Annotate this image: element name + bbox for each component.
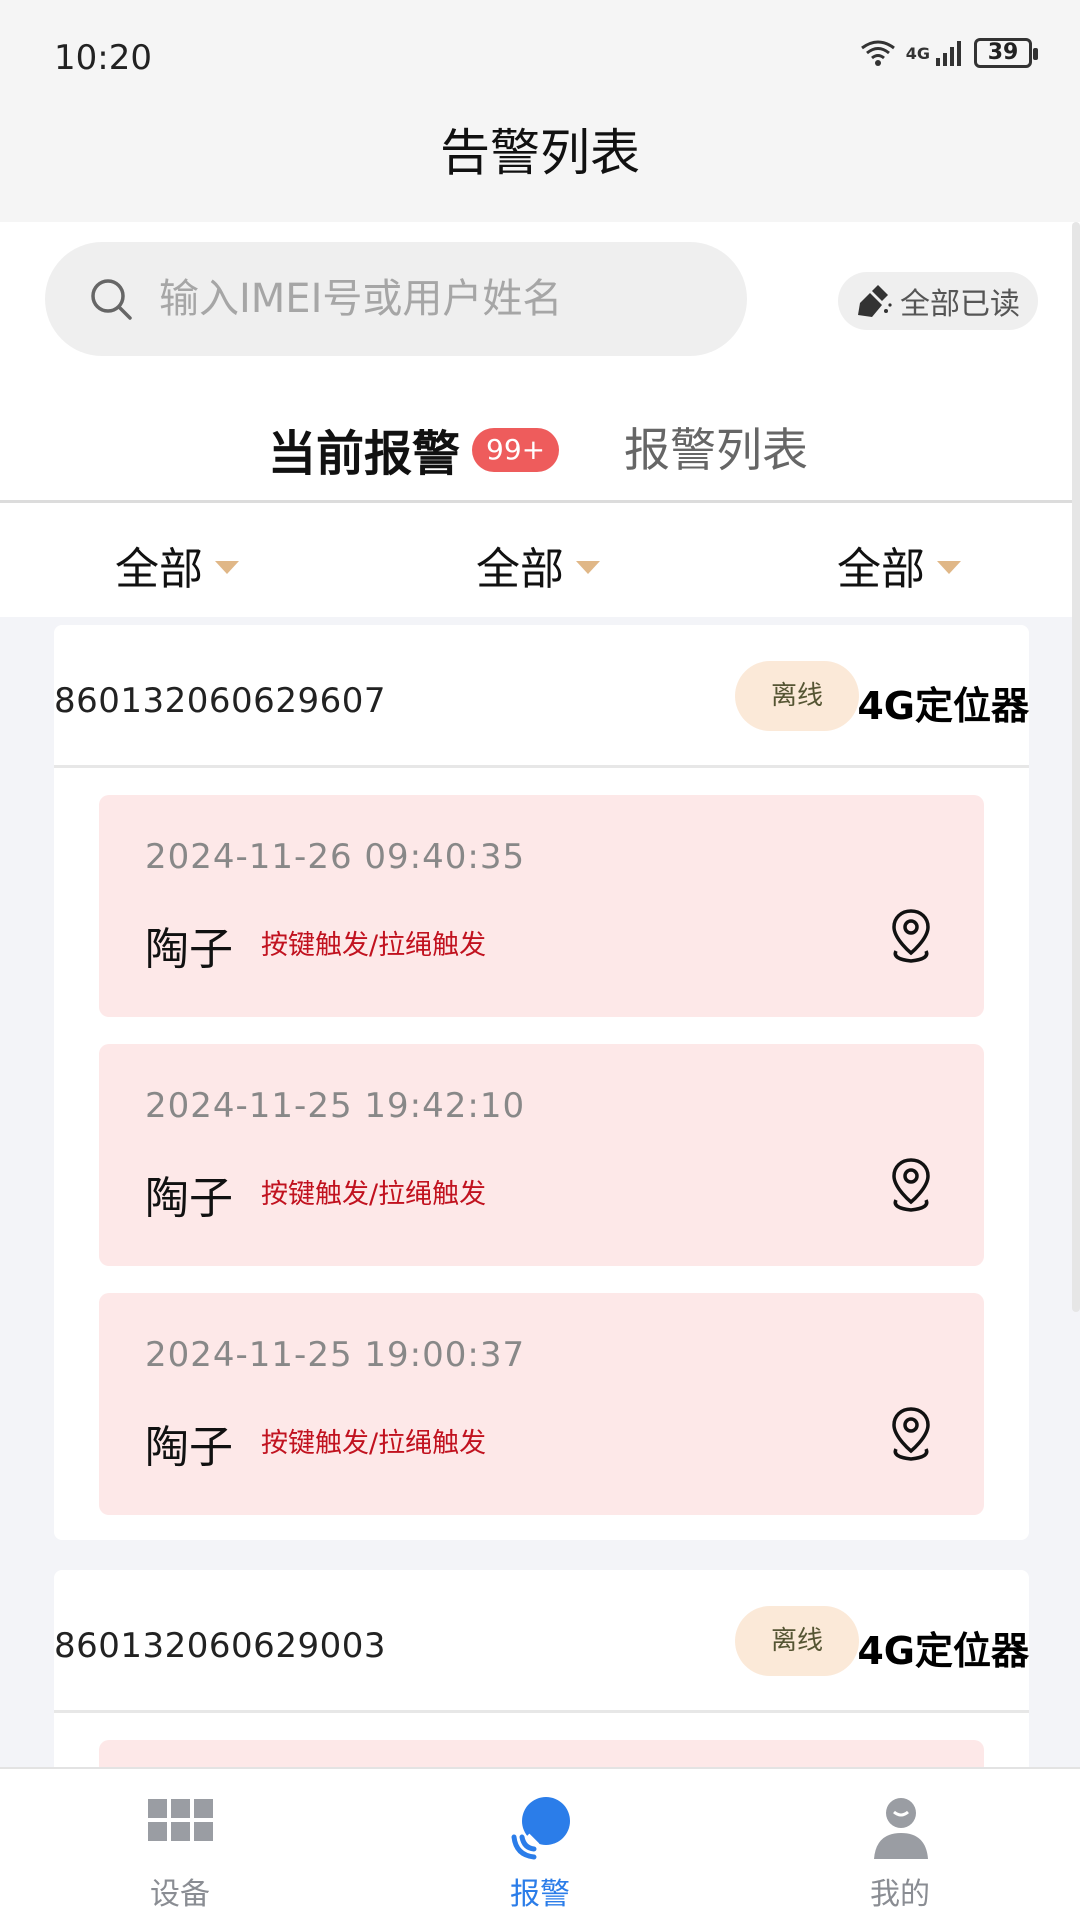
unread-badge: 99+: [472, 428, 560, 472]
nav-item-alarms[interactable]: 报警: [440, 1769, 640, 1920]
device-card: 860132060629003 离线 4G定位器: [54, 1570, 1029, 1767]
read-all-button[interactable]: 全部已读: [838, 272, 1038, 330]
alarm-type: 按键触发/拉绳触发: [261, 1179, 487, 1210]
caret-down-icon: [215, 560, 239, 574]
alarm-user-name: 陶子: [145, 1422, 233, 1473]
device-type: 4G定位器: [857, 684, 1029, 728]
alarm-content[interactable]: 860132060629607 离线 4G定位器 2024-11-26 09:4…: [0, 617, 1080, 1767]
status-bar: 10:20 4G 39: [0, 0, 1080, 110]
read-all-label: 全部已读: [900, 287, 1020, 322]
device-type: 4G定位器: [857, 1629, 1029, 1673]
status-badge: 离线: [735, 1606, 859, 1676]
alarm-time: 2024-11-25 19:42:10: [145, 1086, 526, 1126]
title-bar: 告警列表: [0, 110, 1080, 222]
nav-item-profile[interactable]: 我的: [800, 1769, 1000, 1920]
broom-icon: [858, 285, 892, 317]
search-icon: [91, 279, 132, 320]
status-badge: 离线: [735, 661, 859, 731]
alarm-item[interactable]: [99, 1740, 984, 1767]
device-header[interactable]: 860132060629607 离线 4G定位器: [54, 625, 1029, 768]
wifi-icon: [860, 40, 895, 66]
location-pin-icon[interactable]: [888, 907, 934, 965]
status-icons: 4G 39: [860, 38, 1038, 68]
status-time: 10:20: [54, 38, 152, 78]
nav-item-devices[interactable]: 设备: [80, 1769, 280, 1920]
person-icon: [874, 1798, 928, 1859]
caret-down-icon: [576, 560, 600, 574]
page-title: 告警列表: [440, 124, 640, 182]
alarm-item[interactable]: 2024-11-25 19:00:37 陶子 按键触发/拉绳触发: [99, 1293, 984, 1515]
location-pin-icon[interactable]: [888, 1405, 934, 1463]
alarm-user-name: 陶子: [145, 1173, 233, 1224]
filter-dropdown-3[interactable]: 全部: [837, 533, 961, 597]
filter-dropdown-1[interactable]: 全部: [115, 533, 239, 597]
grid-icon: [148, 1799, 213, 1841]
device-card: 860132060629607 离线 4G定位器 2024-11-26 09:4…: [54, 625, 1029, 1540]
bottom-nav: 设备 报警 我的: [0, 1767, 1080, 1920]
alarm-type: 按键触发/拉绳触发: [261, 1428, 487, 1459]
nav-label: 报警: [510, 1877, 570, 1912]
tab-bar: 当前报警 99+ 报警列表: [0, 392, 1080, 492]
alarm-time: 2024-11-26 09:40:35: [145, 837, 526, 877]
caret-down-icon: [937, 560, 961, 574]
search-box[interactable]: [45, 242, 747, 356]
alarm-user-name: 陶子: [145, 924, 233, 975]
battery-icon: 39: [974, 38, 1038, 68]
scrollbar[interactable]: [1072, 222, 1080, 1312]
network-type: 4G: [905, 43, 930, 63]
device-header[interactable]: 860132060629003 离线 4G定位器: [54, 1570, 1029, 1713]
device-imei: 860132060629607: [54, 681, 386, 721]
search-input[interactable]: [159, 276, 719, 322]
nav-label: 设备: [150, 1877, 210, 1912]
alarm-item[interactable]: 2024-11-26 09:40:35 陶子 按键触发/拉绳触发: [99, 795, 984, 1017]
search-area: 全部已读 当前报警 99+ 报警列表: [0, 222, 1080, 502]
filter-label: 全部: [476, 544, 564, 595]
filter-bar: 全部 全部 全部: [0, 503, 1080, 617]
device-imei: 860132060629003: [54, 1626, 386, 1666]
alarm-item[interactable]: 2024-11-25 19:42:10 陶子 按键触发/拉绳触发: [99, 1044, 984, 1266]
alarm-time: 2024-11-25 19:00:37: [145, 1335, 526, 1375]
tab-current-alarms[interactable]: 当前报警: [268, 414, 460, 484]
filter-label: 全部: [115, 544, 203, 595]
location-pin-icon[interactable]: [888, 1156, 934, 1214]
filter-label: 全部: [837, 544, 925, 595]
alarm-signal-icon: [511, 1797, 570, 1860]
alarm-type: 按键触发/拉绳触发: [261, 930, 487, 961]
nav-label: 我的: [870, 1877, 930, 1912]
filter-dropdown-2[interactable]: 全部: [476, 533, 600, 597]
signal-icon: [936, 41, 961, 66]
tab-alarm-list[interactable]: 报警列表: [624, 414, 808, 480]
